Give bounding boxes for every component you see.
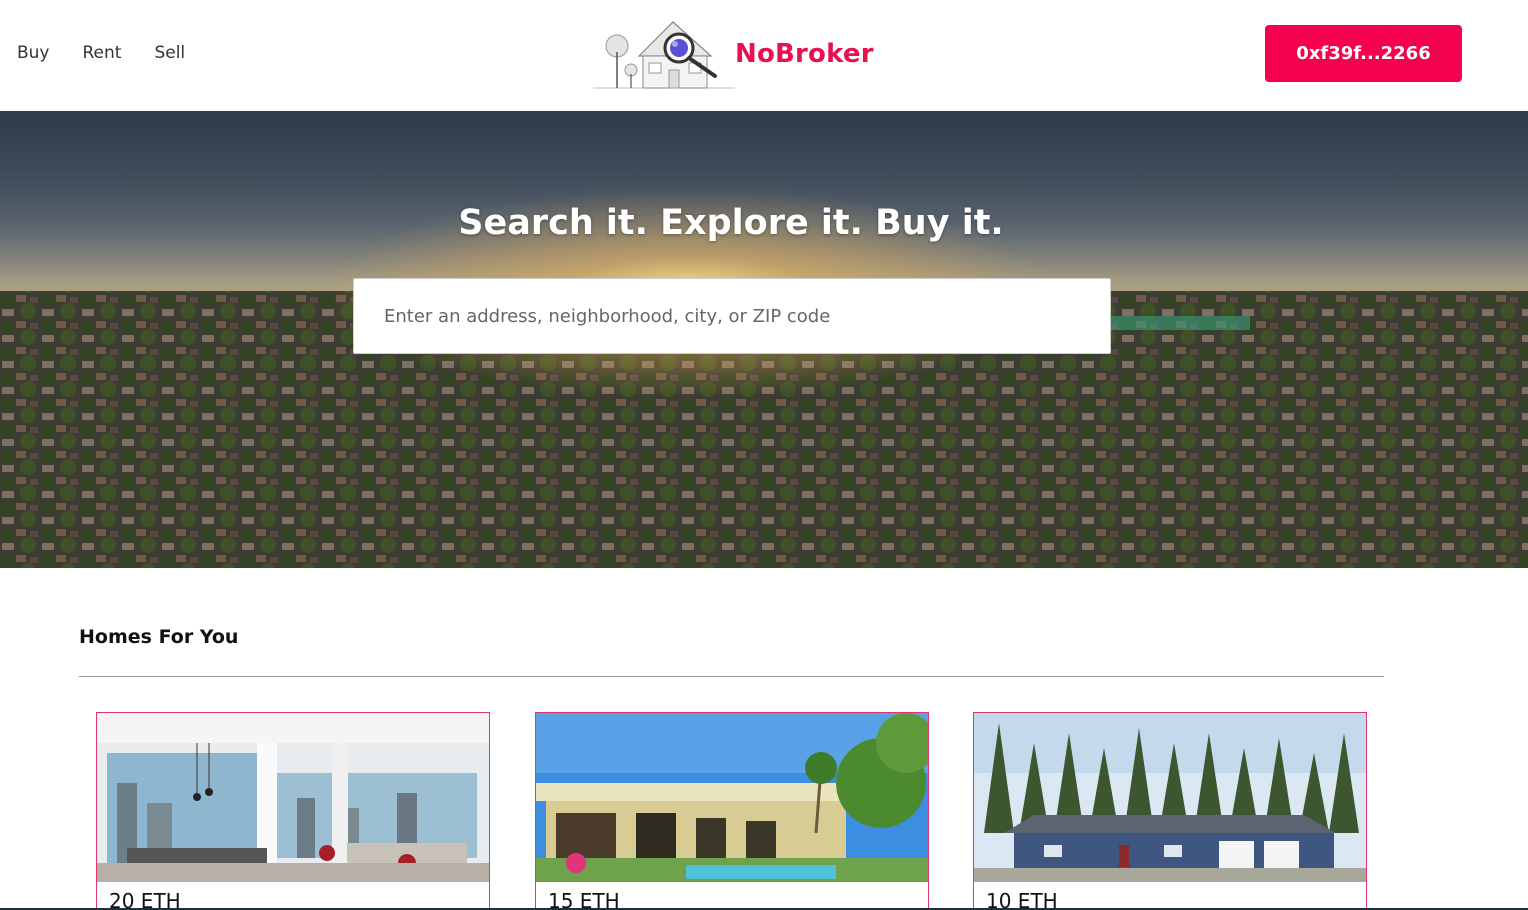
apartment-interior-photo [97,713,489,882]
search-box [353,278,1111,354]
home-price: 20 ETH [109,889,181,910]
top-header: Buy Rent Sell NoBroker 0xf39f...2266 [0,0,1528,111]
house-search-logo-icon [593,21,735,89]
hero-banner: Search it. Explore it. Buy it. [0,111,1528,568]
home-price: 10 ETH [986,889,1058,910]
home-card[interactable]: 10 ETH [973,712,1367,910]
nav-sell-link[interactable]: Sell [154,43,185,63]
wallet-address-button[interactable]: 0xf39f...2266 [1265,25,1462,82]
brand-logo-link[interactable]: NoBroker [593,18,874,90]
hero-title: Search it. Explore it. Buy it. [458,203,1004,243]
nav-rent-link[interactable]: Rent [83,43,122,63]
house-with-pool-photo [536,713,928,882]
home-card[interactable]: 15 ETH [535,712,929,910]
homes-section-title: Homes For You [79,626,239,648]
location-search-input[interactable] [384,279,1110,353]
nav-buy-link[interactable]: Buy [17,43,50,63]
home-card[interactable]: 20 ETH [96,712,490,910]
section-divider [79,676,1384,677]
main-nav: Buy Rent Sell [17,43,218,63]
brand-name: NoBroker [735,39,874,69]
house-with-trees-photo [974,713,1366,882]
home-price: 15 ETH [548,889,620,910]
